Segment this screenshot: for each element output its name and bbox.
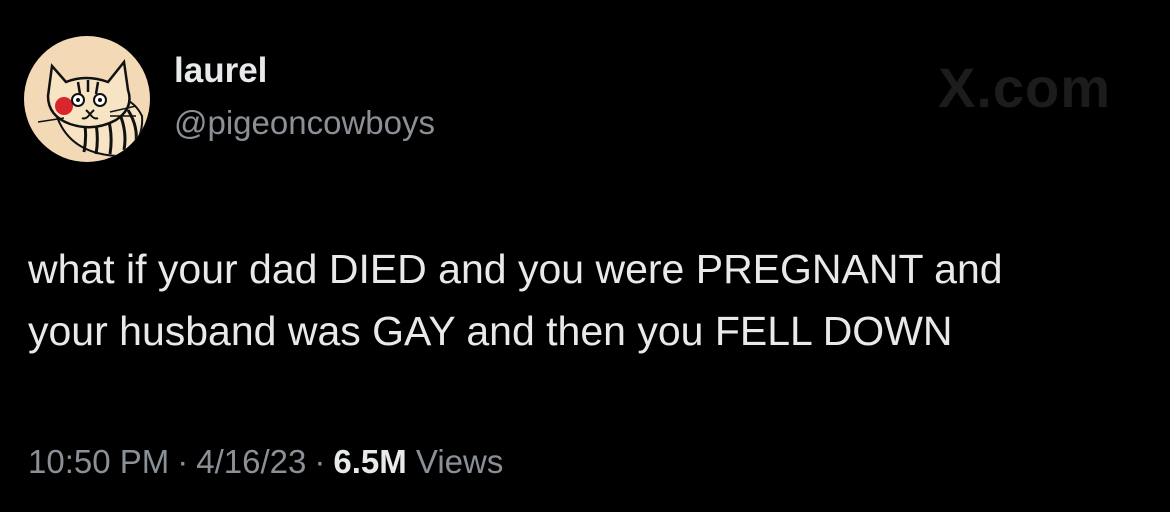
tweet-body: what if your dad DIED and you were PREGN…	[28, 238, 1158, 362]
tweet-time[interactable]: 10:50 PM	[28, 443, 169, 480]
author-display-name[interactable]: laurel	[174, 50, 267, 92]
author-avatar[interactable]	[24, 36, 150, 162]
cat-avatar-icon	[24, 36, 150, 162]
meta-separator: ·	[177, 443, 189, 480]
tweet-date[interactable]: 4/16/23	[196, 443, 306, 480]
views-count: 6.5M	[333, 443, 407, 480]
meta-separator: ·	[314, 443, 326, 480]
x-watermark: X.com	[938, 56, 1112, 119]
tweet-line-1: what if your dad DIED and you were PREGN…	[28, 246, 1003, 292]
views-label[interactable]: Views	[416, 443, 503, 480]
author-handle[interactable]: @pigeoncowboys	[174, 103, 435, 143]
tweet-meta: 10:50 PM · 4/16/23 · 6.5M Views	[28, 440, 503, 484]
tweet-line-2: your husband was GAY and then you FELL D…	[28, 308, 953, 354]
tweet-card: laurel @pigeoncowboys X.com what if your…	[0, 0, 1170, 512]
